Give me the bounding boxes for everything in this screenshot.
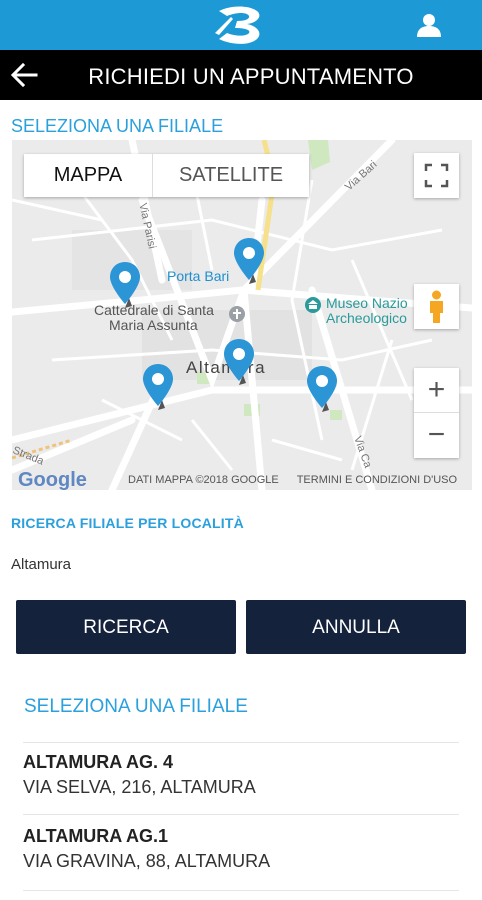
brand-logo-icon: [215, 6, 260, 44]
page-title: RICHIEDI UN APPUNTAMENTO: [88, 64, 414, 89]
user-icon[interactable]: [416, 12, 442, 38]
branch-name: ALTAMURA AG.1: [23, 826, 168, 846]
app-header: [0, 0, 482, 50]
pegman-icon: [430, 290, 443, 323]
street-view-button[interactable]: [414, 284, 459, 329]
title-bar: RICHIEDI UN APPUNTAMENTO: [0, 50, 482, 100]
divider: [23, 890, 459, 891]
map-terms-link[interactable]: TERMINI E CONDIZIONI D'USO: [297, 474, 457, 486]
google-logo: Google: [18, 469, 87, 490]
branch-list-item[interactable]: ALTAMURA AG.1 VIA GRAVINA, 88, ALTAMURA: [23, 826, 443, 872]
map-label-cattedrale-2: Maria Assunta: [109, 317, 198, 333]
map-type-satellite-button[interactable]: SATELLITE: [153, 154, 309, 197]
map-type-map-button[interactable]: MAPPA: [24, 154, 153, 197]
results-heading: SELEZIONA UNA FILIALE: [24, 696, 248, 717]
map-pin-marker[interactable]: [141, 362, 175, 412]
divider: [23, 814, 459, 815]
branch-list-item[interactable]: ALTAMURA AG. 4 VIA SELVA, 216, ALTAMURA: [23, 752, 443, 798]
search-location-label: RICERCA FILIALE PER LOCALITÀ: [11, 515, 244, 531]
branch-address: VIA SELVA, 216, ALTAMURA: [23, 777, 256, 797]
select-branch-label: SELEZIONA UNA FILIALE: [11, 116, 224, 136]
church-icon: [229, 306, 245, 322]
branch-map[interactable]: Porta Bari Cattedrale di Santa Maria Ass…: [12, 140, 472, 490]
divider: [23, 742, 459, 743]
map-pin-marker[interactable]: [108, 260, 142, 310]
map-pin-marker[interactable]: [305, 364, 339, 414]
map-footer: Google DATI MAPPA ©2018 GOOGLE TERMINI E…: [12, 470, 472, 490]
zoom-out-button[interactable]: −: [414, 413, 459, 458]
map-data-credit: DATI MAPPA ©2018 GOOGLE: [128, 474, 279, 486]
map-credits: DATI MAPPA ©2018 GOOGLE TERMINI E CONDIZ…: [128, 474, 457, 486]
location-input[interactable]: Altamura: [11, 556, 71, 573]
map-type-toggle: MAPPA SATELLITE: [24, 154, 309, 197]
map-pin-marker[interactable]: [232, 236, 266, 286]
zoom-in-button[interactable]: +: [414, 368, 459, 413]
branch-address: VIA GRAVINA, 88, ALTAMURA: [23, 851, 271, 871]
zoom-control: + −: [414, 368, 459, 458]
arrow-left-icon[interactable]: [10, 62, 38, 88]
map-label-museo-1: Museo Nazio: [326, 295, 408, 311]
fullscreen-button[interactable]: [414, 153, 459, 198]
map-label-porta-bari: Porta Bari: [167, 268, 230, 284]
map-label-museo-2: Archeologico: [326, 310, 407, 326]
search-button[interactable]: RICERCA: [16, 600, 236, 654]
fullscreen-icon: [424, 163, 449, 188]
branch-name: ALTAMURA AG. 4: [23, 752, 173, 772]
cancel-button[interactable]: ANNULLA: [246, 600, 466, 654]
museum-icon: [305, 297, 321, 313]
map-pin-marker[interactable]: [222, 337, 256, 387]
